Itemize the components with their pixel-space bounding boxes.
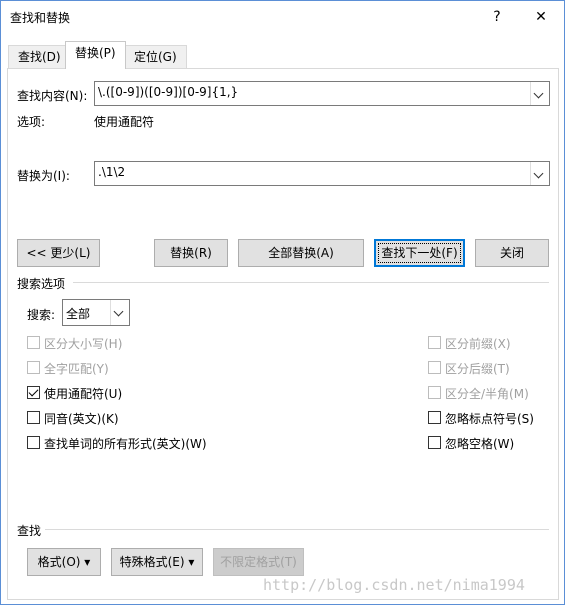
chevron-down-icon[interactable] [110, 300, 129, 325]
word-forms-checkbox[interactable] [27, 436, 40, 449]
dialog-title: 查找和替换 [10, 11, 71, 25]
title-bar: 查找和替换 ? ✕ [1, 1, 564, 33]
whole-word-checkbox[interactable] [27, 361, 40, 374]
replace-input[interactable]: .\1\2 [94, 161, 550, 186]
find-replace-dialog: 查找和替换 ? ✕ 查找(D) 替换(P) 定位(G) 查找内容(N): \.(… [0, 0, 565, 605]
replace-panel [7, 68, 559, 600]
search-direction-select[interactable]: 全部 [62, 299, 130, 326]
match-suffix-label: 区分后缀(T) [445, 362, 510, 376]
replace-all-button[interactable]: 全部替换(A) [238, 239, 364, 267]
no-formatting-button: 不限定格式(T) [213, 548, 304, 576]
match-case-label: 区分大小写(H) [44, 337, 123, 351]
ignore-space-checkbox[interactable] [428, 436, 441, 449]
options-label: 选项: [17, 115, 46, 129]
search-options-header: 搜索选项 [17, 277, 66, 291]
help-button[interactable]: ? [487, 7, 507, 27]
find-label: 查找内容(N): [17, 89, 88, 103]
search-direction-value: 全部 [66, 307, 91, 321]
tab-goto[interactable]: 定位(G) [124, 45, 187, 69]
divider [45, 529, 549, 530]
ignore-space-label: 忽略空格(W) [445, 437, 515, 451]
special-button[interactable]: 特殊格式(E) ▾ [111, 548, 203, 576]
width-label: 区分全/半角(M) [445, 387, 529, 401]
close-icon[interactable]: ✕ [531, 7, 551, 27]
tab-find[interactable]: 查找(D) [8, 45, 71, 69]
less-button[interactable]: << 更少(L) [17, 239, 100, 267]
ignore-punctuation-label: 忽略标点符号(S) [445, 412, 534, 426]
wildcards-checkbox[interactable] [27, 386, 40, 399]
format-button[interactable]: 格式(O) ▾ [27, 548, 101, 576]
replace-label: 替换为(I): [17, 169, 70, 183]
tab-replace[interactable]: 替换(P) [65, 41, 126, 69]
close-button[interactable]: 关闭 [475, 239, 549, 267]
find-input-value: \.([0-9])([0-9])[0-9]{1,} [98, 85, 239, 99]
match-suffix-checkbox[interactable] [428, 361, 441, 374]
match-prefix-checkbox[interactable] [428, 336, 441, 349]
match-case-checkbox[interactable] [27, 336, 40, 349]
sounds-like-checkbox[interactable] [27, 411, 40, 424]
tab-strip: 查找(D) 替换(P) 定位(G) [1, 37, 564, 71]
wildcards-label: 使用通配符(U) [44, 387, 123, 401]
divider [73, 282, 549, 283]
sounds-like-label: 同音(英文)(K) [44, 412, 119, 426]
replace-input-value: .\1\2 [98, 165, 126, 179]
ignore-punctuation-checkbox[interactable] [428, 411, 441, 424]
find-next-button[interactable]: 查找下一处(F) [374, 239, 465, 267]
find-section-header: 查找 [17, 524, 42, 538]
chevron-down-icon[interactable] [530, 82, 549, 105]
replace-button[interactable]: 替换(R) [154, 239, 228, 267]
word-forms-label: 查找单词的所有形式(英文)(W) [44, 437, 207, 451]
find-next-label: 查找下一处(F) [378, 243, 461, 263]
whole-word-label: 全字匹配(Y) [44, 362, 109, 376]
search-direction-label: 搜索: [27, 308, 56, 322]
find-input[interactable]: \.([0-9])([0-9])[0-9]{1,} [94, 81, 550, 106]
watermark: http://blog.csdn.net/nima1994 [263, 576, 525, 594]
width-checkbox[interactable] [428, 386, 441, 399]
options-value: 使用通配符 [94, 115, 155, 129]
match-prefix-label: 区分前缀(X) [445, 337, 511, 351]
chevron-down-icon[interactable] [530, 162, 549, 185]
